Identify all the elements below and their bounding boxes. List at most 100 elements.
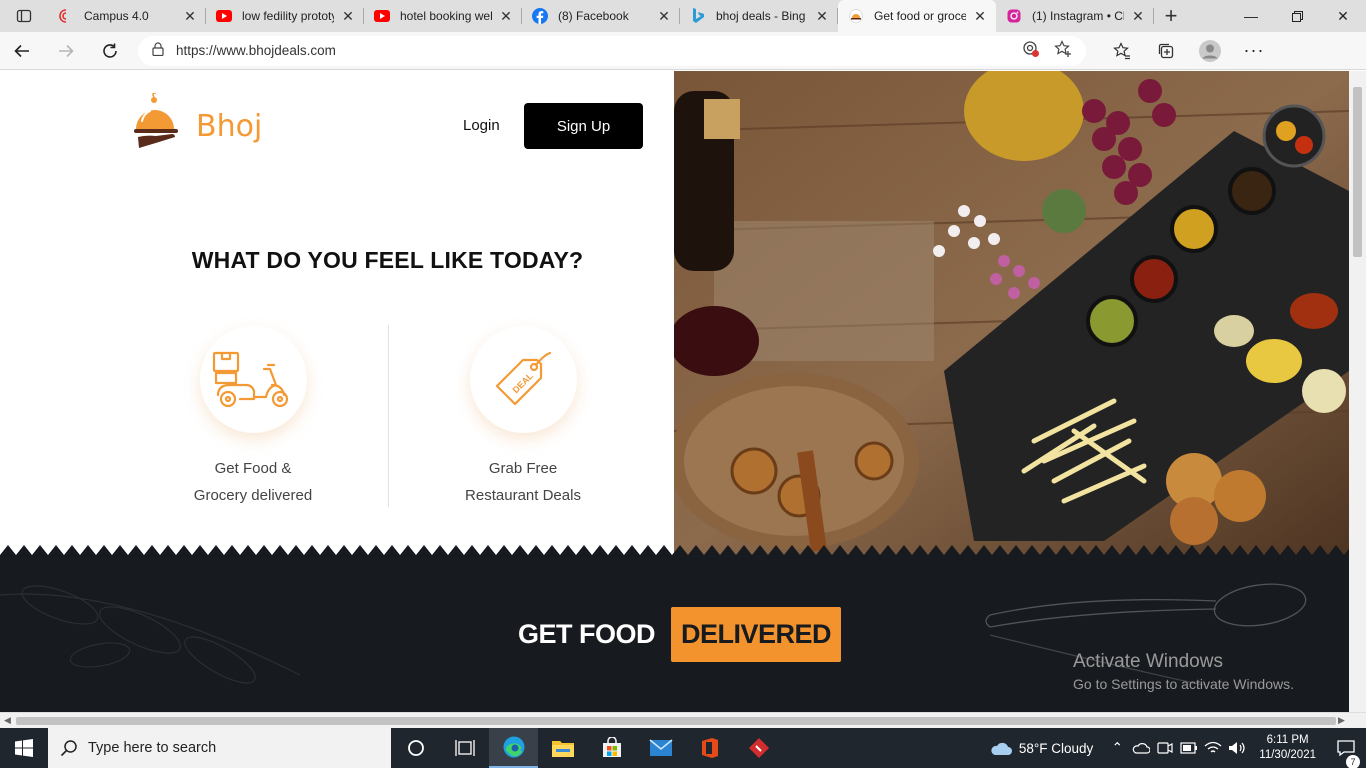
hero-food-image [674,71,1349,556]
app-diamond-button[interactable] [734,728,783,768]
band-heading-text: GET FOOD [518,619,656,649]
close-tab-icon[interactable]: ✕ [340,8,356,25]
battery-icon[interactable] [1177,742,1201,754]
collections-button[interactable] [1144,32,1188,70]
get-food-delivered-heading: GET FOOD DELIVERED [518,607,842,662]
browser-tab[interactable]: bhoj deals - Bing ✕ [680,0,838,32]
bing-icon [690,8,706,24]
horizontal-scrollbar[interactable]: ◀ ▶ [0,712,1366,728]
login-link[interactable]: Login [463,117,500,134]
collections-icon [1158,43,1174,58]
refresh-button[interactable] [88,32,132,70]
browser-tab[interactable]: hotel booking web ✕ [364,0,522,32]
instagram-icon [1006,8,1022,24]
forward-arrow-icon [59,44,74,57]
tracking-prevention-icon[interactable] [1022,40,1040,61]
minimize-button[interactable]: — [1228,0,1274,32]
address-field[interactable]: https://www.bhojdeals.com [138,35,1086,66]
tab-title: Campus 4.0 [84,9,149,23]
scroll-left-arrow-icon[interactable]: ◀ [4,715,11,726]
deal-tag-text: DEAL [511,370,536,395]
tab-title: (1) Instagram • Ch [1032,9,1124,23]
mail-button[interactable] [636,728,685,768]
favorites-icon [1113,41,1130,59]
restore-icon [1291,10,1303,22]
tab-actions-button[interactable] [0,0,48,32]
vertical-scroll-thumb[interactable] [1353,87,1362,257]
start-button[interactable] [0,728,48,768]
activate-windows-watermark: Activate Windows Go to Settings to activ… [1073,651,1294,692]
page-headline: WHAT DO YOU FEEL LIKE TODAY? [191,247,584,273]
close-tab-icon[interactable]: ✕ [1130,8,1146,25]
store-button[interactable] [587,728,636,768]
show-hidden-icons-button[interactable]: ⌃ [1105,740,1129,756]
task-view-icon [454,740,475,756]
wifi-icon[interactable] [1201,741,1225,755]
new-tab-button[interactable]: + [1154,0,1188,32]
favorites-button[interactable] [1100,32,1144,70]
option-label-line-1: Grab Free [488,460,558,477]
horizontal-scroll-thumb[interactable] [16,717,1336,725]
close-tab-icon[interactable]: ✕ [656,8,672,25]
close-tab-icon[interactable]: ✕ [498,8,514,25]
option-label-line-2: Grocery delivered [193,487,313,504]
browser-tab-bar: Campus 4.0 ✕ low fedility prototy ✕ hotel bo… [0,0,1366,32]
cloud-icon [991,742,1012,755]
close-tab-icon[interactable]: ✕ [814,8,830,25]
scroll-right-arrow-icon[interactable]: ▶ [1338,715,1345,726]
page-viewport: Bhoj Login Sign Up WHAT DO YOU FEEL LIKE… [0,71,1349,712]
option-icon-circle [199,326,307,433]
browser-tab[interactable]: (8) Facebook ✕ [522,0,680,32]
office-button[interactable] [685,728,734,768]
bhoj-logo[interactable]: Bhoj [132,93,262,159]
meet-now-icon[interactable] [1153,741,1177,755]
onedrive-icon[interactable] [1129,742,1153,754]
task-view-button[interactable] [440,728,489,768]
edge-taskbar-button[interactable] [489,728,538,768]
url-text: https://www.bhojdeals.com [176,43,336,58]
mail-icon [648,739,673,756]
option-restaurant-deals[interactable]: DEAL Grab Free Restaurant Deals [423,326,623,509]
cloche-logo-icon [134,93,178,148]
taskbar-search-box[interactable]: Type here to search [48,728,391,768]
browser-tab[interactable]: Campus 4.0 ✕ [48,0,206,32]
tab-title: low fedility prototy [242,9,334,23]
file-explorer-button[interactable] [538,728,587,768]
browser-tab[interactable]: low fedility prototy ✕ [206,0,364,32]
add-favorite-icon[interactable] [1054,40,1072,61]
signup-button[interactable]: Sign Up [524,103,643,149]
refresh-icon [103,43,117,58]
taskbar-clock[interactable]: 6:11 PM 11/30/2021 [1259,733,1316,763]
cortana-button[interactable] [391,728,440,768]
back-arrow-icon [14,44,29,57]
windows-taskbar: Type here to search 58°F Cloudy ⌃ 6:11 P… [0,728,1366,769]
profile-button[interactable] [1188,32,1232,70]
option-food-delivery[interactable]: Get Food & Grocery delivered [153,326,353,509]
notification-center-button[interactable]: 7 [1326,739,1366,769]
browser-tab[interactable]: (1) Instagram • Ch ✕ [996,0,1154,32]
forward-button[interactable] [44,32,88,70]
settings-more-button[interactable]: ··· [1232,32,1276,70]
close-tab-icon[interactable]: ✕ [182,8,198,25]
restore-button[interactable] [1274,0,1320,32]
volume-icon[interactable] [1225,741,1249,755]
options-divider [388,325,389,507]
store-icon [602,737,621,757]
office-icon [701,738,718,758]
vertical-scrollbar[interactable] [1349,71,1366,712]
lock-icon [152,42,164,59]
tab-title: bhoj deals - Bing [716,9,806,23]
option-icon-circle: DEAL [469,326,577,433]
cortana-icon [407,740,424,756]
watermark-title: Activate Windows [1073,651,1223,672]
close-tab-icon[interactable]: ✕ [972,8,988,25]
weather-widget[interactable]: 58°F Cloudy [989,739,1093,757]
avatar-icon [1199,39,1221,62]
option-label: Get Food & Grocery delivered [153,455,353,509]
close-window-button[interactable]: ✕ [1320,0,1366,32]
browser-tab[interactable]: Get food or groce ✕ [838,0,996,32]
leaf-sketch-decoration [0,585,301,684]
tab-title: (8) Facebook [558,9,629,23]
back-button[interactable] [0,32,44,70]
campus-icon [58,8,74,24]
